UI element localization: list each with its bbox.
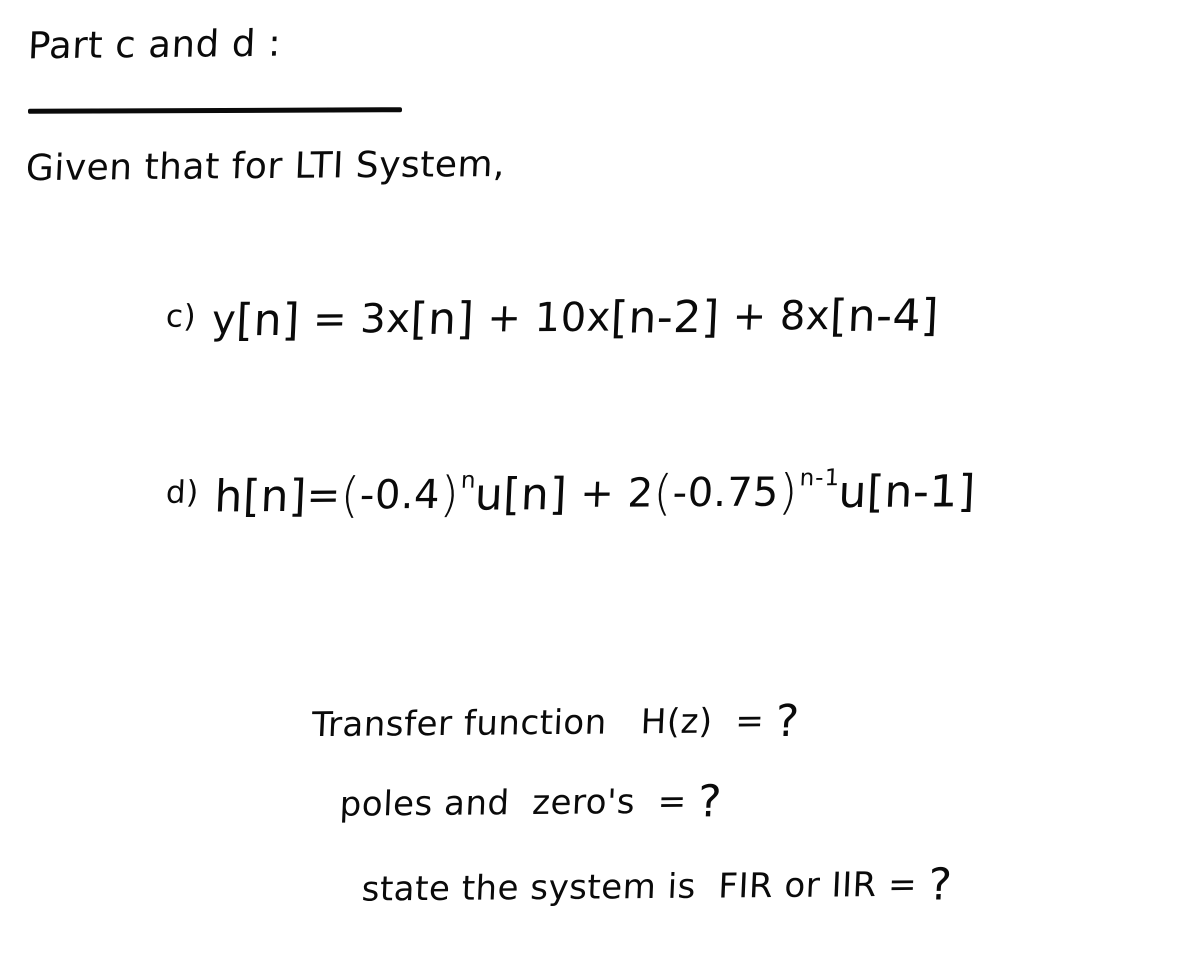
notebook-page: Part c and d : Given that for LTI System… [0, 0, 1200, 977]
equation-c-body: y [n] = 3 x [n] + 10 x [n-2] + 8 x [n-4] [210, 290, 940, 347]
eq-c-coeff-3: 8 [778, 293, 807, 340]
eq-c-index-3: [n-4] [828, 290, 940, 343]
eq-c-plus-2: + [718, 293, 781, 340]
question-fir-or-iir: state the system is FIR or IIR = ? [361, 855, 954, 911]
eq-c-var-2: x [585, 294, 612, 341]
eq-d-step-1: u[n] [473, 469, 569, 521]
eq-d-open-paren-1: ( [339, 467, 362, 524]
equation-c-label: c) [165, 298, 197, 335]
page-title: Part c and d : [27, 21, 283, 68]
title-block: Part c and d : [27, 21, 548, 114]
eq-d-open-paren-2: ( [652, 465, 675, 522]
equation-d-label: d) [165, 474, 200, 511]
equation-d-row: d) h[n] = (-0.4) n u[n] + 2(-0.75) n-1 u[n-1… [165, 464, 977, 524]
title-underline [27, 107, 403, 114]
question-fir-or-iir-text: state the system is FIR or IIR = [360, 864, 930, 910]
eq-c-lhs-index: [n] [234, 294, 302, 347]
eq-d-exponent-2: n-1 [799, 465, 841, 492]
question-poles-zeros: poles and zero's = ? [338, 772, 724, 828]
question-transfer-function-mark: ? [774, 695, 801, 748]
eq-c-var-3: x [804, 293, 832, 340]
eq-d-close-paren-2: ) [777, 464, 800, 521]
eq-d-lhs: h[n] [213, 470, 308, 523]
eq-c-equals: = [298, 296, 362, 343]
eq-d-coefficient-2: 2 [626, 470, 655, 517]
question-poles-zeros-text: poles and zero's = [338, 781, 699, 825]
eq-c-index-2: [n-2] [609, 291, 721, 344]
eq-c-lhs: y [210, 297, 238, 344]
eq-d-close-paren-1: ) [438, 466, 461, 523]
eq-d-base-1: -0.4 [358, 471, 442, 519]
eq-d-plus: + [566, 470, 629, 518]
eq-c-var-1: x [385, 295, 412, 343]
intro-statement: Given that for LTI System, [25, 143, 506, 190]
eq-c-coeff-1: 3 [359, 296, 388, 343]
question-fir-or-iir-mark: ? [927, 859, 954, 911]
question-transfer-function-text: Transfer function H(z) = [310, 701, 777, 746]
eq-d-base-2: -0.75 [671, 469, 780, 517]
eq-c-plus-1: + [473, 295, 536, 342]
eq-d-step-2: u[n-1] [837, 466, 977, 519]
equation-d-body: h[n] = (-0.4) n u[n] + 2(-0.75) n-1 u[n-1] [213, 464, 977, 524]
eq-c-index-1: [n] [409, 293, 476, 345]
eq-c-coeff-2: 10 [533, 294, 588, 342]
eq-d-equals: = [305, 472, 342, 519]
question-poles-zeros-mark: ? [696, 776, 724, 828]
equation-c-row: c) y [n] = 3 x [n] + 10 x [n-2] + 8 x [n-4] [165, 290, 940, 347]
question-transfer-function: Transfer function H(z) = ? [311, 692, 801, 747]
